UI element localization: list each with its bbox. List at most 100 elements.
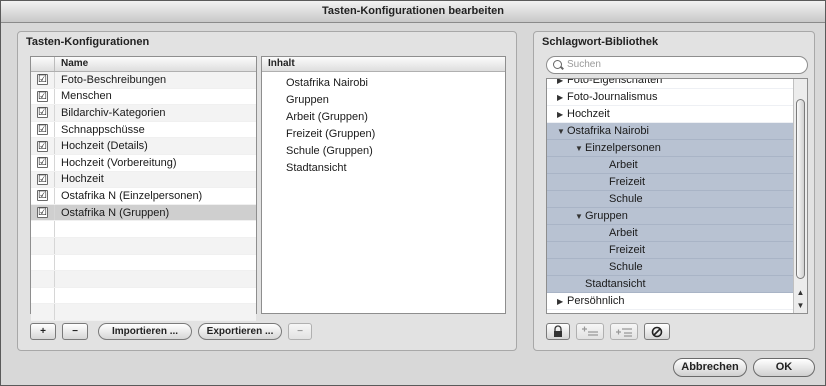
empty-checkbox-cell xyxy=(31,271,55,287)
enabled-checkbox[interactable]: ☑ xyxy=(37,90,48,102)
search-icon xyxy=(553,60,562,69)
configuration-row[interactable]: ☑ Ostafrika N (Gruppen) xyxy=(31,204,256,222)
keyword-label: Schule xyxy=(609,261,643,273)
empty-checkbox-cell xyxy=(31,304,55,320)
cancel-button[interactable]: Abbrechen xyxy=(673,358,747,377)
configuration-name: Schnappschüsse xyxy=(61,123,145,136)
configuration-row[interactable]: ☑ Hochzeit xyxy=(31,171,256,189)
keyword-tree-item[interactable]: ▶ Foto-Eigenschaften xyxy=(547,79,807,89)
add-configuration-button[interactable]: + xyxy=(30,323,56,340)
configuration-row[interactable]: ☑ Hochzeit (Vorbereitung) xyxy=(31,154,256,172)
scroll-down-icon[interactable]: ▼ xyxy=(794,300,807,312)
remove-keyword-icon xyxy=(651,326,663,338)
keyword-label: Stadtansicht xyxy=(585,278,646,290)
keyword-tree: ▶ Foto-Eigenschaften ▶ Foto-Journalismus ▶ Ho… xyxy=(546,78,808,314)
export-button[interactable]: Exportieren ... xyxy=(198,323,282,340)
keyword-tree-item[interactable]: ▶ Hochzeit xyxy=(547,106,807,123)
keyword-tree-item[interactable]: ▼ Gruppen xyxy=(547,208,807,225)
empty-checkbox-cell xyxy=(31,254,55,271)
content-table-header: Inhalt xyxy=(262,57,505,72)
empty-row xyxy=(31,221,256,238)
configuration-row[interactable]: ☑ Schnappschüsse xyxy=(31,121,256,139)
keyword-tree-item[interactable]: Schule xyxy=(547,191,807,208)
name-column-header[interactable]: Name xyxy=(55,57,256,71)
enabled-checkbox[interactable]: ☑ xyxy=(37,157,48,169)
checkbox-cell: ☑ xyxy=(31,171,55,188)
keyword-label: Ostafrika Nairobi xyxy=(567,125,649,137)
lock-button[interactable] xyxy=(546,323,570,340)
configuration-name: Menschen xyxy=(61,90,112,103)
disclosure-open-icon[interactable]: ▼ xyxy=(575,208,585,225)
add-subkeyword-button[interactable] xyxy=(610,323,638,340)
search-input[interactable]: Suchen xyxy=(546,56,808,74)
scroll-thumb[interactable] xyxy=(796,99,805,279)
disclosure-closed-icon[interactable]: ▶ xyxy=(557,89,567,106)
enabled-checkbox[interactable]: ☑ xyxy=(37,107,48,119)
configuration-name: Hochzeit (Details) xyxy=(61,140,148,153)
keyword-tree-scrollbar[interactable]: ▲ ▼ xyxy=(793,79,807,313)
enabled-checkbox[interactable]: ☑ xyxy=(37,190,48,202)
content-item[interactable]: Arbeit (Gruppen) xyxy=(286,109,505,126)
key-configurations-title: Tasten-Konfigurationen xyxy=(26,36,150,48)
keyword-tree-item[interactable]: ▶ Foto-Journalismus xyxy=(547,89,807,106)
keyword-tree-item[interactable]: Arbeit xyxy=(547,157,807,174)
add-keyword-icon xyxy=(582,326,598,336)
ok-button[interactable]: OK xyxy=(753,358,815,377)
keyword-label: Foto-Journalismus xyxy=(567,91,658,103)
content-column-header[interactable]: Inhalt xyxy=(262,57,505,71)
configuration-row[interactable]: ☑ Bildarchiv-Kategorien xyxy=(31,105,256,122)
content-item[interactable]: Freizeit (Gruppen) xyxy=(286,126,505,143)
content-item[interactable]: Ostafrika Nairobi xyxy=(286,75,505,92)
content-item[interactable]: Gruppen xyxy=(286,92,505,109)
disclosure-open-icon[interactable]: ▼ xyxy=(575,140,585,157)
keyword-tree-item[interactable]: Arbeit xyxy=(547,225,807,242)
scroll-up-icon[interactable]: ▲ xyxy=(794,287,807,299)
enabled-checkbox[interactable]: ☑ xyxy=(37,207,48,219)
keyword-label: Freizeit xyxy=(609,176,646,188)
disclosure-closed-icon[interactable]: ▶ xyxy=(557,79,567,89)
keyword-tree-item[interactable]: ▼ Ostafrika Nairobi xyxy=(547,123,807,140)
window-title: Tasten-Konfigurationen bearbeiten xyxy=(1,1,825,23)
configuration-name: Foto-Beschreibungen xyxy=(61,73,167,86)
checkbox-cell: ☑ xyxy=(31,138,55,154)
enabled-checkbox[interactable]: ☑ xyxy=(37,173,48,185)
checkbox-cell: ☑ xyxy=(31,88,55,105)
content-item[interactable]: Schule (Gruppen) xyxy=(286,143,505,160)
checkbox-cell: ☑ xyxy=(31,188,55,204)
checkbox-column-header xyxy=(31,57,55,71)
keyword-tree-item[interactable]: ▼ Einzelpersonen xyxy=(547,140,807,157)
enabled-checkbox[interactable]: ☑ xyxy=(37,140,48,152)
enabled-checkbox[interactable]: ☑ xyxy=(37,74,48,86)
add-subkeyword-icon xyxy=(616,328,632,337)
add-keyword-button[interactable] xyxy=(576,323,604,340)
lock-icon xyxy=(554,325,562,337)
configuration-row[interactable]: ☑ Hochzeit (Details) xyxy=(31,138,256,155)
configuration-content-table: Inhalt Ostafrika Nairobi Gruppen Arbeit (G… xyxy=(261,56,506,314)
empty-checkbox-cell xyxy=(31,237,55,254)
enabled-checkbox[interactable]: ☑ xyxy=(37,124,48,136)
remove-content-button[interactable]: − xyxy=(288,323,312,340)
keyword-label: Schule xyxy=(609,193,643,205)
keyword-label: Hochzeit xyxy=(567,108,610,120)
disclosure-closed-icon[interactable]: ▶ xyxy=(557,106,567,123)
disclosure-closed-icon[interactable]: ▶ xyxy=(557,293,567,310)
keyword-library-title: Schlagwort-Bibliothek xyxy=(542,36,659,48)
keyword-tree-item[interactable]: Freizeit xyxy=(547,174,807,191)
configuration-row[interactable]: ☑ Menschen xyxy=(31,88,256,106)
name-table-header: Name xyxy=(31,57,256,72)
remove-configuration-button[interactable]: − xyxy=(62,323,88,340)
content-item[interactable]: Stadtansicht xyxy=(286,160,505,177)
disclosure-open-icon[interactable]: ▼ xyxy=(557,123,567,140)
keyword-tree-rows: ▶ Foto-Eigenschaften ▶ Foto-Journalismus ▶ Ho… xyxy=(547,79,807,310)
keyword-tree-item[interactable]: Freizeit xyxy=(547,242,807,259)
remove-keyword-button[interactable] xyxy=(644,323,670,340)
import-button[interactable]: Importieren ... xyxy=(98,323,192,340)
keyword-tree-item[interactable]: Schule xyxy=(547,259,807,276)
configuration-row[interactable]: ☑ Ostafrika N (Einzelpersonen) xyxy=(31,188,256,205)
configuration-row[interactable]: ☑ Foto-Beschreibungen xyxy=(31,72,256,89)
empty-row xyxy=(31,271,256,288)
keyword-tree-item[interactable]: ▶ Persöhnlich xyxy=(547,293,807,310)
name-rows: ☑ Foto-Beschreibungen ☑ Menschen ☑ Bildarchiv… xyxy=(31,72,256,321)
configuration-name: Bildarchiv-Kategorien xyxy=(61,106,166,119)
keyword-tree-item[interactable]: Stadtansicht xyxy=(547,276,807,293)
